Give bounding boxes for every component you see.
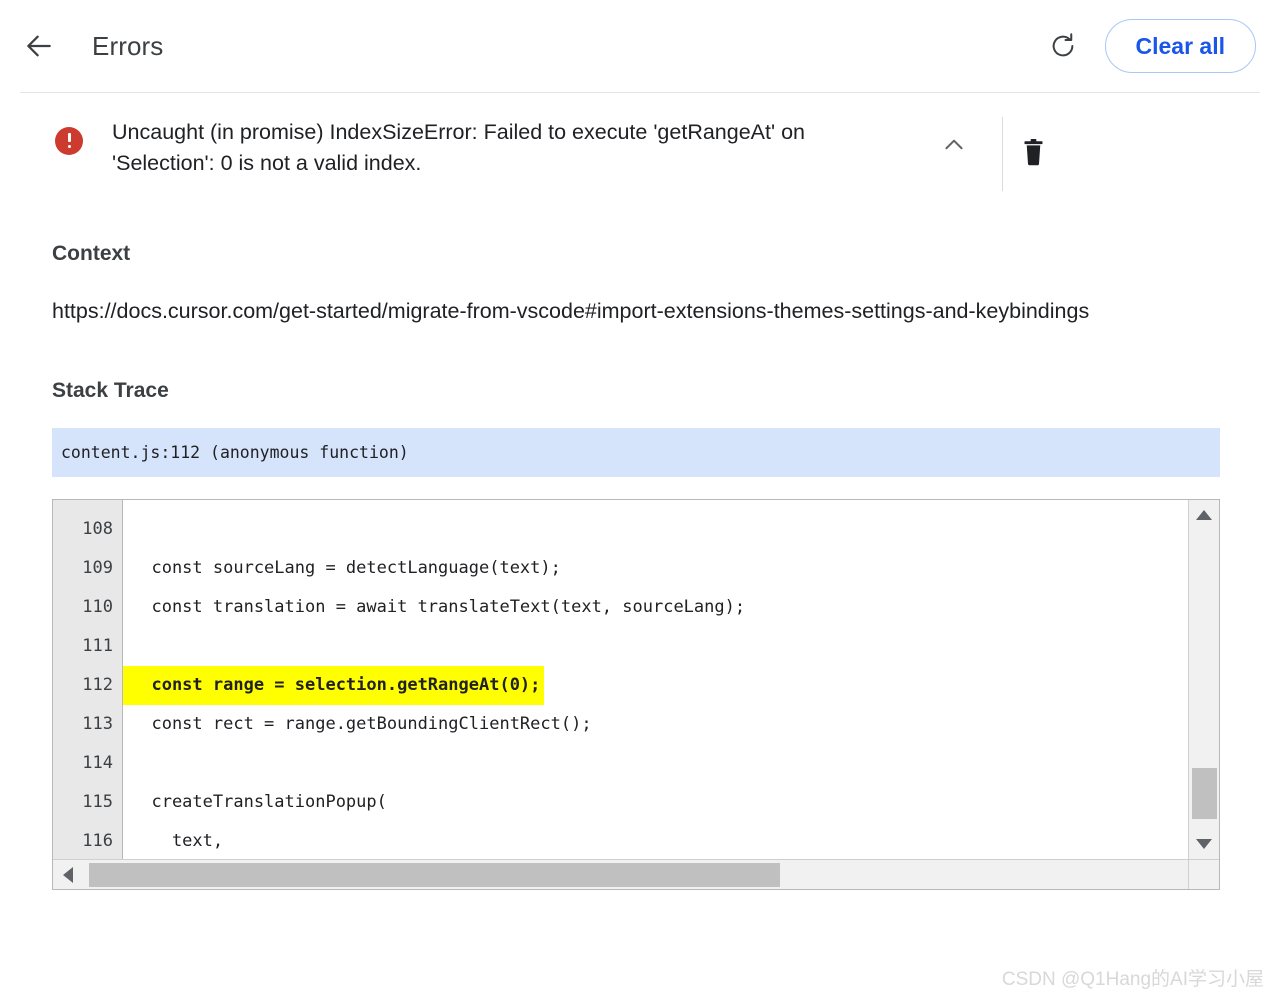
code-viewer: 108 109 110 111 112 113 114 115 116 const source… bbox=[52, 499, 1220, 890]
triangle-down-icon[interactable] bbox=[1189, 829, 1219, 859]
page-title: Errors bbox=[92, 30, 164, 61]
code-line-row: const translation = await translateText(… bbox=[123, 588, 1188, 627]
code-body: 108 109 110 111 112 113 114 115 116 const source… bbox=[53, 500, 1188, 859]
code-line-row: createTranslationPopup( bbox=[123, 783, 1188, 822]
code-line: const sourceLang = detectLanguage(text); bbox=[131, 558, 561, 578]
vertical-scrollbar[interactable] bbox=[1188, 500, 1219, 859]
code-line: text, bbox=[131, 831, 224, 851]
back-arrow-icon[interactable] bbox=[18, 25, 60, 67]
clear-all-button[interactable]: Clear all bbox=[1104, 18, 1256, 74]
line-number: 109 bbox=[82, 558, 113, 578]
code-line-highlighted: const range = selection.getRangeAt(0); bbox=[123, 666, 545, 705]
context-heading: Context bbox=[52, 242, 131, 265]
line-number: 108 bbox=[82, 519, 113, 539]
vertical-scrollbar-thumb[interactable] bbox=[1192, 768, 1217, 819]
line-number: 113 bbox=[82, 714, 113, 734]
line-number: 116 bbox=[82, 831, 113, 851]
code-line-row: const sourceLang = detectLanguage(text); bbox=[123, 549, 1188, 588]
code-line-row bbox=[123, 510, 1188, 549]
line-number: 114 bbox=[82, 753, 113, 773]
code-lines: const sourceLang = detectLanguage(text);… bbox=[123, 500, 1188, 859]
code-line-row: text, bbox=[123, 822, 1188, 859]
stack-trace-heading: Stack Trace bbox=[52, 379, 169, 402]
error-message: Uncaught (in promise) IndexSizeError: Fa… bbox=[112, 120, 805, 175]
header-bar: Errors Clear all bbox=[0, 0, 1280, 92]
code-line-row: const range = selection.getRangeAt(0); bbox=[123, 666, 1188, 705]
trash-icon[interactable] bbox=[1003, 123, 1063, 183]
line-number-gutter: 108 109 110 111 112 113 114 115 116 bbox=[53, 500, 123, 859]
chevron-up-icon[interactable] bbox=[932, 123, 976, 167]
refresh-icon[interactable] bbox=[1043, 26, 1083, 66]
stack-frame-item[interactable]: content.js:112 (anonymous function) bbox=[52, 428, 1220, 477]
code-line: const translation = await translateText(… bbox=[131, 597, 746, 617]
context-url: https://docs.cursor.com/get-started/migr… bbox=[52, 299, 1090, 323]
error-circle-icon bbox=[55, 127, 83, 155]
code-line: createTranslationPopup( bbox=[131, 792, 387, 812]
code-line-row: const rect = range.getBoundingClientRect… bbox=[123, 705, 1188, 744]
triangle-left-icon[interactable] bbox=[53, 860, 83, 889]
line-number: 115 bbox=[82, 792, 113, 812]
code-line: const rect = range.getBoundingClientRect… bbox=[131, 714, 592, 734]
horizontal-scrollbar[interactable] bbox=[53, 859, 1209, 889]
line-number: 110 bbox=[82, 597, 113, 617]
triangle-up-icon[interactable] bbox=[1189, 500, 1219, 530]
error-entry: Uncaught (in promise) IndexSizeError: Fa… bbox=[0, 93, 1280, 191]
code-line-row bbox=[123, 744, 1188, 783]
line-number: 111 bbox=[82, 636, 113, 656]
scrollbar-corner bbox=[1188, 859, 1219, 889]
line-number: 112 bbox=[82, 675, 113, 695]
code-line-row bbox=[123, 627, 1188, 666]
horizontal-scrollbar-thumb[interactable] bbox=[89, 863, 780, 887]
watermark: CSDN @Q1Hang的AI学习小屋 bbox=[1001, 969, 1264, 990]
